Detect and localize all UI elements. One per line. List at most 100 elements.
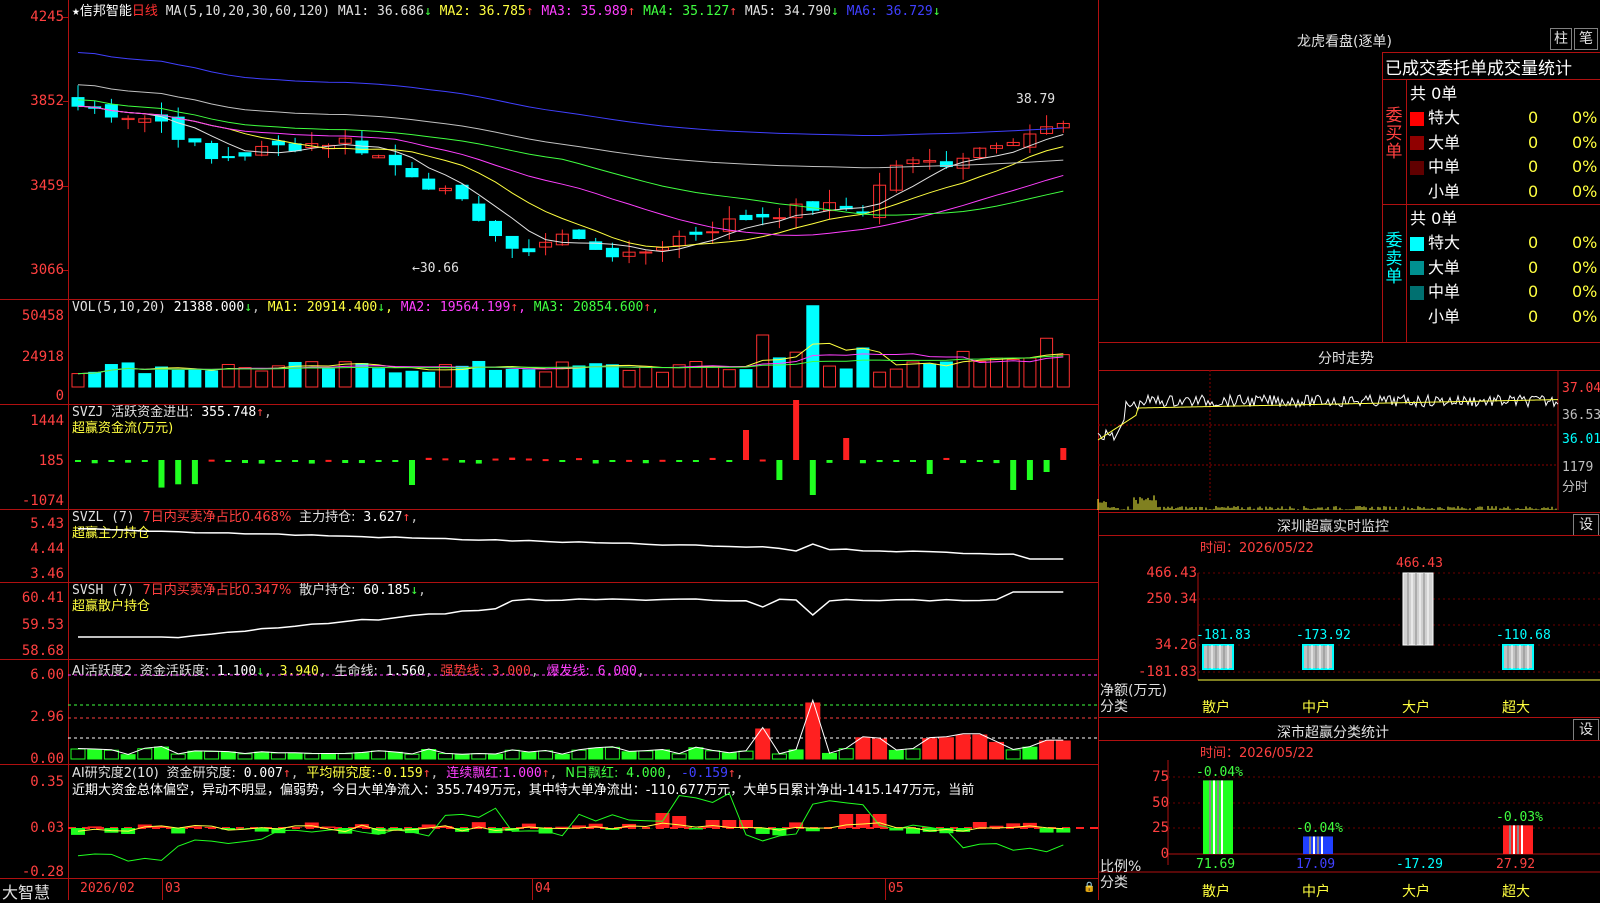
- axis-tick-label: 250.34: [1146, 591, 1197, 607]
- bar-value: -173.92: [1296, 628, 1351, 643]
- axis-tick-label: 0: [56, 388, 64, 404]
- color-swatch: [1410, 112, 1424, 126]
- activity-bar: [88, 750, 102, 759]
- candle: [757, 214, 769, 216]
- axis-tick-label: -1074: [22, 493, 64, 509]
- axis-title: 分类: [1100, 872, 1128, 892]
- tick-mode-button[interactable]: 笔: [1574, 28, 1598, 50]
- research-bar: [555, 827, 569, 828]
- candle: [239, 153, 251, 156]
- divider: [1098, 512, 1600, 513]
- flow-bar: [259, 460, 265, 464]
- activity-bar: [255, 752, 269, 759]
- ma-line: [78, 106, 1063, 235]
- brand-logo: 大智慧: [2, 879, 50, 903]
- flow-bar: [476, 460, 482, 464]
- flow-bar: [92, 460, 98, 463]
- flow-bar: [726, 460, 732, 462]
- activity-bar: [238, 754, 252, 759]
- activity-bar: [806, 703, 820, 759]
- activity-chart[interactable]: [0, 659, 1098, 764]
- activity-bar: [205, 751, 219, 759]
- volume-bar: [172, 370, 184, 387]
- candle: [523, 249, 535, 252]
- axis-tick: [63, 186, 69, 187]
- flow-bar: [209, 460, 215, 462]
- main-holding-chart[interactable]: [0, 509, 1098, 582]
- intraday-chart[interactable]: [1098, 370, 1600, 510]
- flow-bar: [760, 460, 766, 462]
- retail-line: [78, 592, 1063, 638]
- flow-bar: [442, 458, 448, 460]
- candle: [72, 98, 84, 107]
- fund-flow-chart[interactable]: [0, 404, 1098, 509]
- bar-mode-button[interactable]: 柱: [1550, 28, 1572, 50]
- volume-bar: [1041, 338, 1053, 387]
- volume-bar: [105, 365, 117, 387]
- ratio-value: 27.92: [1496, 857, 1535, 872]
- volume-bar: [323, 369, 335, 387]
- volume-bar: [890, 369, 902, 387]
- flow-bar: [493, 459, 499, 461]
- volume-bar: [206, 371, 218, 387]
- flow-bar: [409, 460, 415, 485]
- activity-bar: [455, 754, 469, 759]
- flow-bar: [242, 460, 248, 463]
- retail-holding-chart[interactable]: [0, 582, 1098, 659]
- category-label: 超大: [1502, 881, 1530, 901]
- axis-tick-label: 50458: [22, 308, 64, 324]
- net-amount-chart[interactable]: [1098, 535, 1600, 715]
- flow-bar: [292, 460, 298, 462]
- volume-bar: [239, 368, 251, 387]
- volume-bar: [1024, 358, 1036, 387]
- category-label: 散户: [1202, 697, 1230, 717]
- lock-icon[interactable]: 🔒: [1083, 882, 1095, 893]
- axis-tick-label: 34.26: [1155, 637, 1197, 653]
- volume-chart[interactable]: [0, 299, 1098, 404]
- color-swatch: [1410, 261, 1424, 275]
- activity-bar: [973, 735, 987, 759]
- flow-bar: [159, 460, 165, 488]
- flow-bar: [643, 460, 649, 463]
- flow-bar: [676, 460, 682, 462]
- flow-bar: [125, 460, 131, 463]
- order-row: 中单00%: [1410, 153, 1600, 177]
- bar-value: 466.43: [1396, 556, 1443, 571]
- date-tick: [162, 879, 163, 900]
- order-row: 中单00%: [1410, 278, 1600, 302]
- flow-bar: [910, 460, 916, 462]
- flow-bar: [626, 460, 632, 462]
- activity-bar: [1006, 750, 1020, 759]
- research-bar: [88, 826, 102, 828]
- ratio-value: 17.09: [1296, 857, 1335, 872]
- volume-bar: [773, 358, 785, 387]
- flow-bar: [827, 460, 833, 463]
- volume-bar: [974, 362, 986, 387]
- holding-line: [78, 529, 1063, 559]
- volume-bar: [490, 370, 502, 387]
- activity-bar: [555, 754, 569, 759]
- settings-button[interactable]: 设: [1573, 719, 1599, 741]
- intraday-title: 分时走势: [1318, 348, 1374, 368]
- activity-bar: [1023, 747, 1037, 759]
- axis-tick: [63, 270, 69, 271]
- flow-bar: [559, 460, 565, 462]
- axis-tick-label: 0: [1161, 846, 1169, 862]
- candle: [573, 230, 585, 238]
- settings-button[interactable]: 设: [1573, 514, 1599, 536]
- flow-bar: [977, 460, 983, 462]
- flow-bar: [142, 460, 148, 462]
- volume-bar: [874, 372, 886, 387]
- activity-bar: [539, 751, 553, 759]
- activity-bar: [856, 738, 870, 759]
- axis-tick-label: 4.44: [30, 541, 64, 557]
- axis-tick-label: 58.68: [22, 643, 64, 659]
- divider: [1098, 717, 1600, 718]
- flow-bar: [927, 460, 933, 474]
- flow-bar: [225, 460, 231, 462]
- candlestick-chart[interactable]: [0, 0, 1098, 300]
- research-chart[interactable]: [0, 764, 1098, 878]
- activity-bar: [372, 751, 386, 759]
- candle: [606, 248, 618, 256]
- order-row: 大单00%: [1410, 254, 1600, 278]
